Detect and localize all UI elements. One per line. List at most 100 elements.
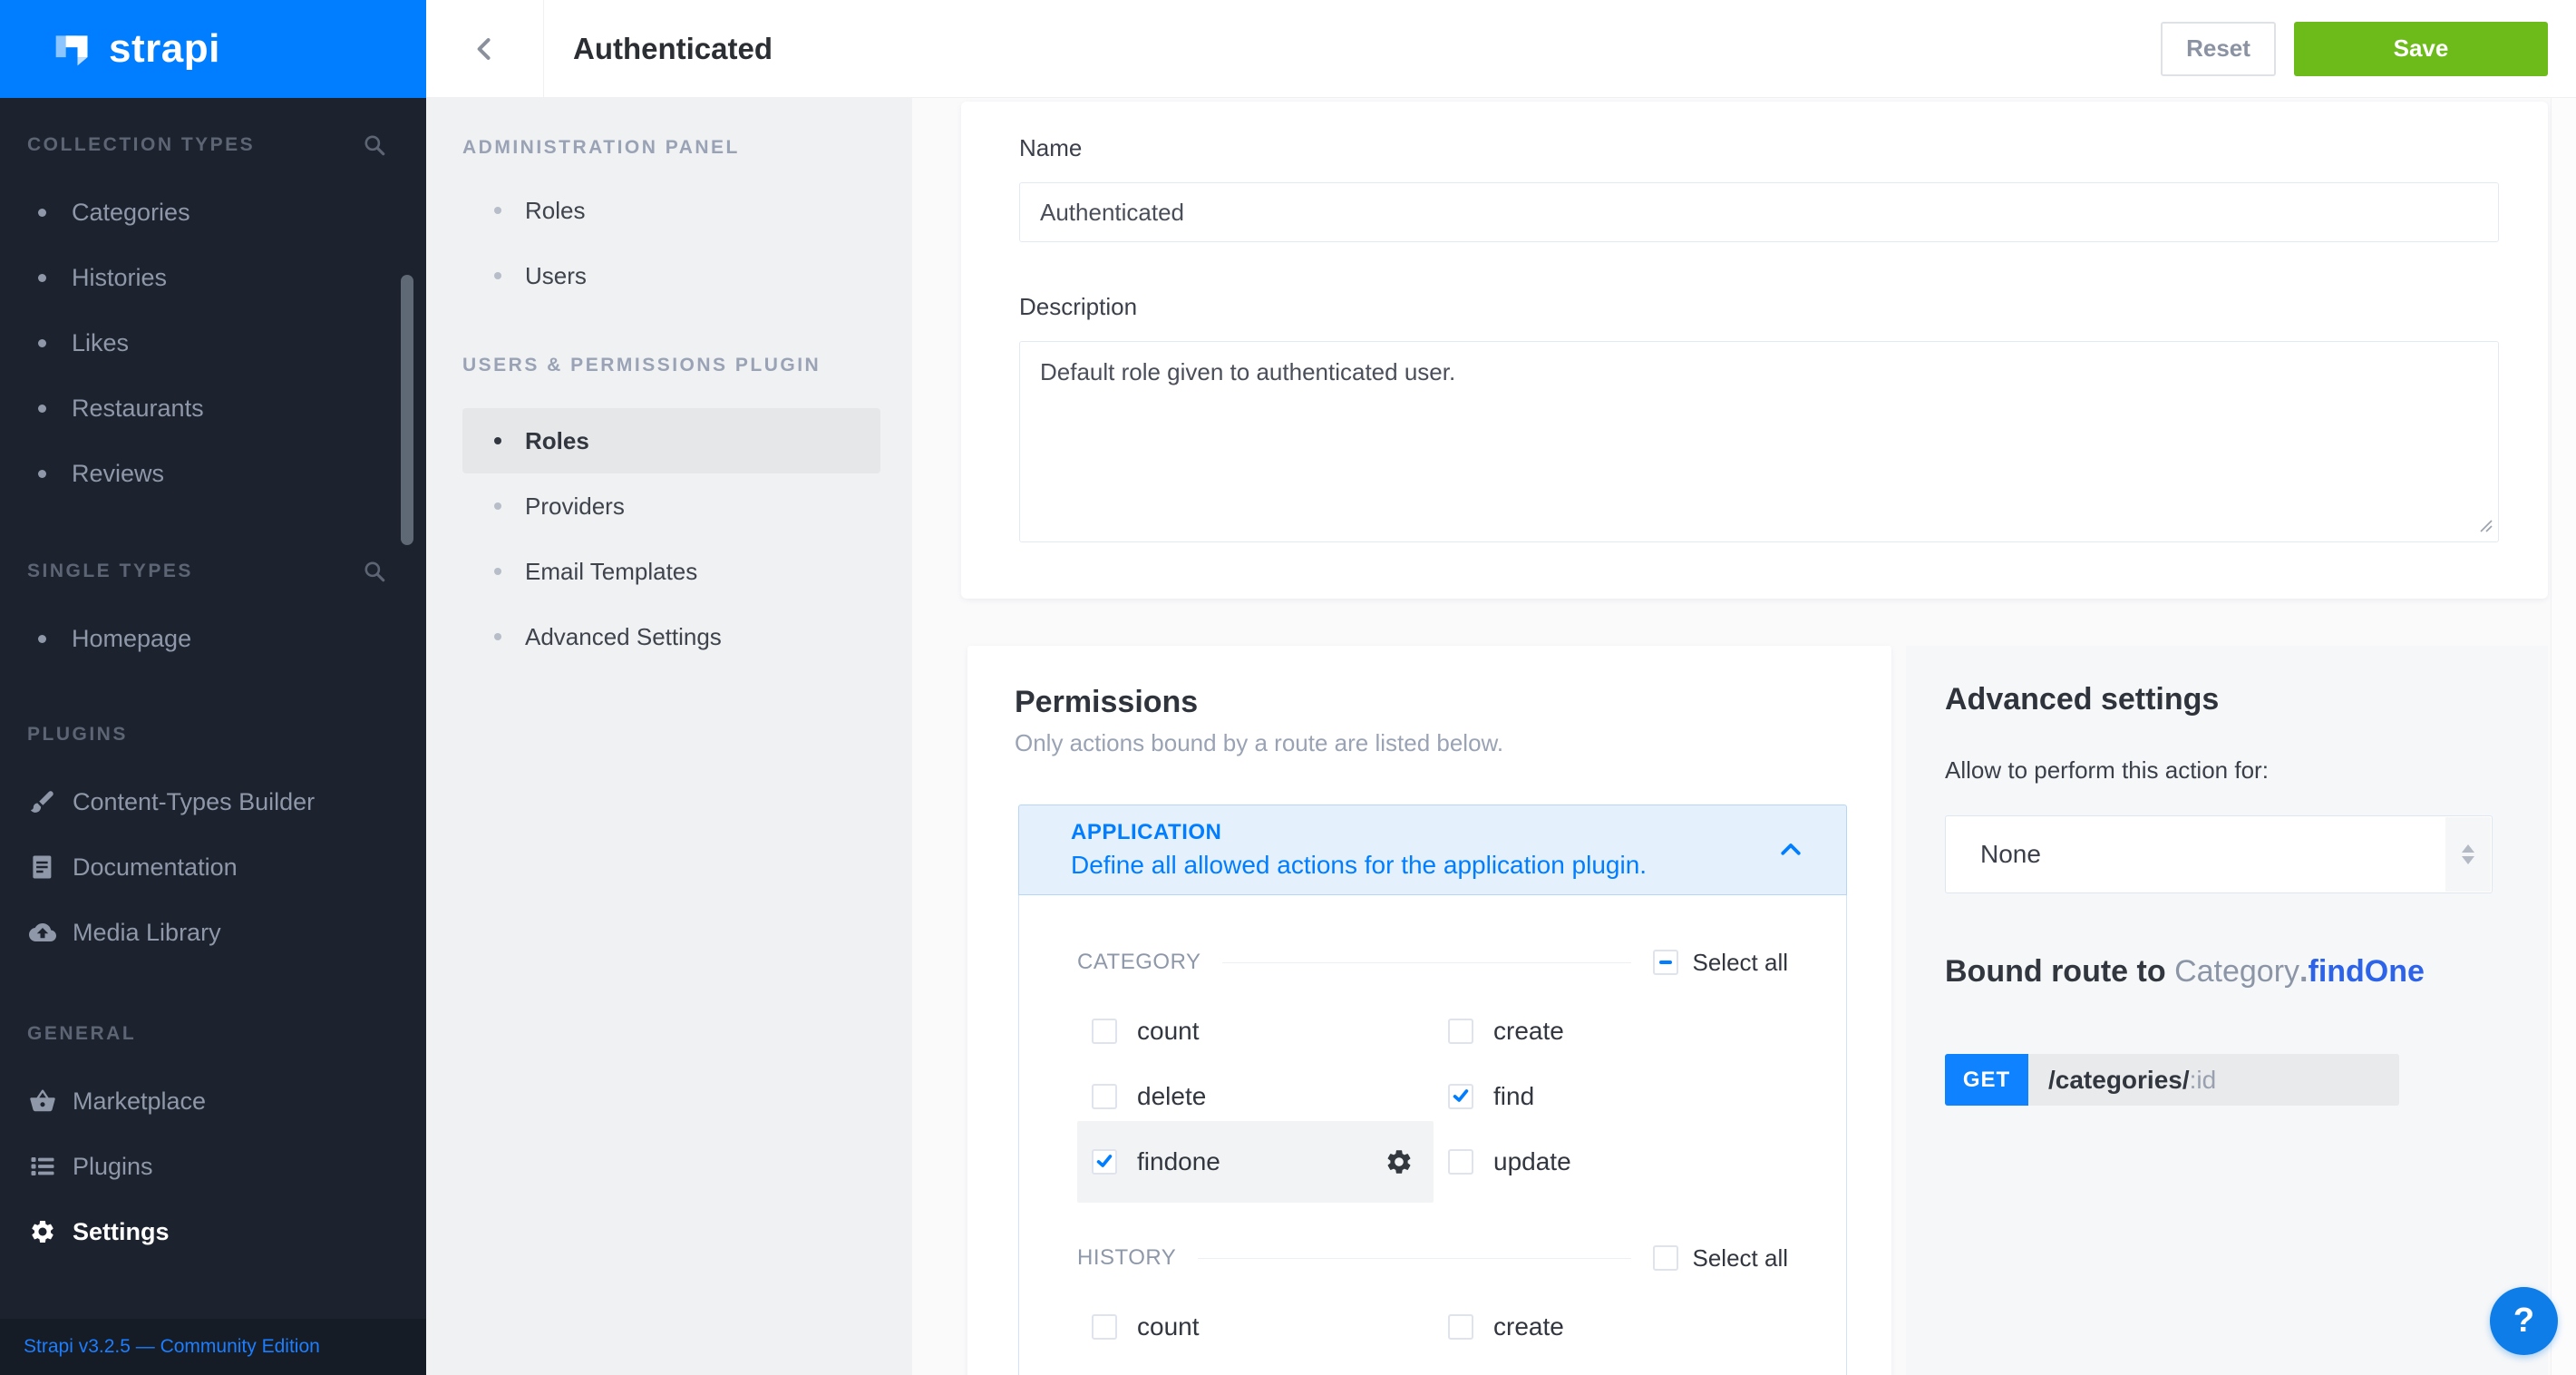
advanced-settings-title: Advanced settings (1945, 682, 2495, 717)
permissions-card: Permissions Only actions bound by a rout… (967, 646, 1891, 1375)
permission-history-count[interactable]: count (1077, 1294, 1434, 1360)
sidebar-item-settings[interactable]: Settings (0, 1199, 426, 1264)
create-checkbox[interactable] (1448, 1019, 1473, 1044)
subnav-item-up-roles[interactable]: Roles (462, 408, 880, 473)
reset-button[interactable]: Reset (2161, 22, 2276, 76)
count-checkbox[interactable] (1092, 1314, 1117, 1340)
permission-label: create (1493, 1312, 1564, 1341)
sidebar-item-label: Likes (72, 329, 129, 357)
subnav-item-admin-roles[interactable]: Roles (462, 178, 880, 243)
sidebar-item-restaurants[interactable]: Restaurants (0, 375, 426, 441)
divider (1198, 1258, 1630, 1259)
section-plugins: PLUGINS (0, 713, 426, 756)
select-all-label: Select all (1693, 1244, 1789, 1273)
allow-action-select[interactable]: None (1945, 815, 2493, 893)
update-checkbox[interactable] (1448, 1149, 1473, 1175)
select-all-category[interactable]: Select all (1653, 949, 1789, 977)
bullet-icon (38, 209, 46, 217)
sidebar-item-reviews[interactable]: Reviews (0, 441, 426, 506)
settings-gear-icon[interactable] (1385, 1147, 1414, 1176)
subnav-item-email-templates[interactable]: Email Templates (462, 539, 880, 604)
sidebar-item-homepage[interactable]: Homepage (0, 606, 426, 671)
select-all-history[interactable]: Select all (1653, 1244, 1789, 1273)
sidebar-item-label: Content-Types Builder (73, 788, 315, 816)
permission-category-find[interactable]: find (1434, 1064, 1790, 1129)
subnav-item-label: Roles (525, 427, 589, 455)
subnav-item-providers[interactable]: Providers (462, 473, 880, 539)
permission-category-delete[interactable]: delete (1077, 1064, 1434, 1129)
section-label: COLLECTION TYPES (27, 134, 255, 156)
save-button[interactable]: Save (2294, 22, 2548, 76)
paintbrush-icon (29, 788, 56, 815)
sidebar-footer: Strapi v3.2.5 — Community Edition (0, 1319, 426, 1375)
permission-label: delete (1137, 1082, 1206, 1111)
permissions-title: Permissions (1015, 685, 1842, 720)
category-section-header: CATEGORY Select all (1077, 948, 1788, 977)
sidebar-item-content-types-builder[interactable]: Content-Types Builder (0, 769, 426, 834)
cloud-upload-icon (29, 919, 56, 946)
sidebar-item-marketplace[interactable]: Marketplace (0, 1068, 426, 1134)
route-path-param: :id (2190, 1066, 2217, 1094)
search-icon[interactable] (363, 133, 386, 157)
subnav-item-label: Roles (525, 197, 585, 225)
sidebar-item-documentation[interactable]: Documentation (0, 834, 426, 900)
create-checkbox[interactable] (1448, 1314, 1473, 1340)
delete-checkbox[interactable] (1092, 1084, 1117, 1109)
help-button[interactable]: ? (2490, 1287, 2558, 1355)
bullet-icon (38, 405, 46, 413)
name-input[interactable] (1019, 182, 2499, 242)
route-path: /categories/:id (2048, 1066, 2216, 1095)
permission-category-count[interactable]: count (1077, 999, 1434, 1064)
permission-category-findone[interactable]: findone (1077, 1121, 1434, 1203)
select-all-category-checkbox[interactable] (1653, 950, 1678, 975)
settings-sub-nav: ADMINISTRATION PANEL Roles Users USERS &… (426, 98, 912, 1375)
bullet-icon (494, 568, 501, 575)
book-icon (29, 853, 56, 881)
permission-category-update[interactable]: update (1434, 1129, 1790, 1195)
sidebar-item-media-library[interactable]: Media Library (0, 900, 426, 965)
back-button[interactable] (426, 0, 544, 97)
sidebar-item-label: Categories (72, 199, 190, 227)
main-sidebar: strapi COLLECTION TYPES Categories Histo… (0, 0, 426, 1375)
sidebar-item-histories[interactable]: Histories (0, 245, 426, 310)
question-mark-icon: ? (2513, 1302, 2534, 1341)
subnav-item-advanced-settings[interactable]: Advanced Settings (462, 604, 880, 669)
resize-handle-icon[interactable] (2477, 517, 2493, 533)
sidebar-item-label: Documentation (73, 853, 238, 882)
bullet-icon (38, 635, 46, 643)
sidebar-scrollbar-thumb[interactable] (401, 275, 413, 545)
description-textarea[interactable]: Default role given to authenticated user… (1019, 341, 2499, 542)
strapi-logo[interactable]: strapi (0, 0, 426, 98)
category-permissions-grid: count create delete find (1077, 999, 1788, 1195)
permission-history-create[interactable]: create (1434, 1294, 1790, 1360)
page-header: Authenticated Reset Save (426, 0, 2576, 98)
bound-route-prefix: Bound route to (1945, 954, 2166, 989)
subnav-item-label: Users (525, 262, 587, 290)
bullet-icon (494, 272, 501, 279)
chevron-up-icon (1777, 836, 1804, 863)
history-section-name: HISTORY (1077, 1245, 1176, 1271)
count-checkbox[interactable] (1092, 1019, 1117, 1044)
search-icon[interactable] (363, 560, 386, 583)
version-link[interactable]: Strapi v3.2.5 — Community Edition (24, 1336, 320, 1358)
main-content: Name Description Default role given to a… (912, 98, 2576, 1375)
find-checkbox[interactable] (1448, 1084, 1473, 1109)
select-all-history-checkbox[interactable] (1653, 1245, 1678, 1271)
bullet-icon (38, 274, 46, 282)
select-value: None (1980, 840, 2041, 869)
permissions-subtitle: Only actions bound by a route are listed… (1015, 729, 1842, 757)
bound-route-controller: Category (2174, 954, 2299, 989)
sidebar-item-plugins[interactable]: Plugins (0, 1134, 426, 1199)
application-accordion: APPLICATION Define all allowed actions f… (1018, 805, 1847, 1375)
permission-category-create[interactable]: create (1434, 999, 1790, 1064)
subnav-item-admin-users[interactable]: Users (462, 243, 880, 308)
sidebar-item-categories[interactable]: Categories (0, 180, 426, 245)
list-icon (29, 1153, 56, 1180)
sidebar-item-likes[interactable]: Likes (0, 310, 426, 375)
application-accordion-header[interactable]: APPLICATION Define all allowed actions f… (1018, 805, 1847, 895)
history-permissions-grid: count create (1077, 1294, 1788, 1360)
permission-label: count (1137, 1312, 1200, 1341)
indeterminate-dash-icon (1659, 961, 1672, 964)
findone-checkbox[interactable] (1092, 1149, 1117, 1175)
page-scrollbar-track[interactable] (2551, 98, 2576, 1375)
